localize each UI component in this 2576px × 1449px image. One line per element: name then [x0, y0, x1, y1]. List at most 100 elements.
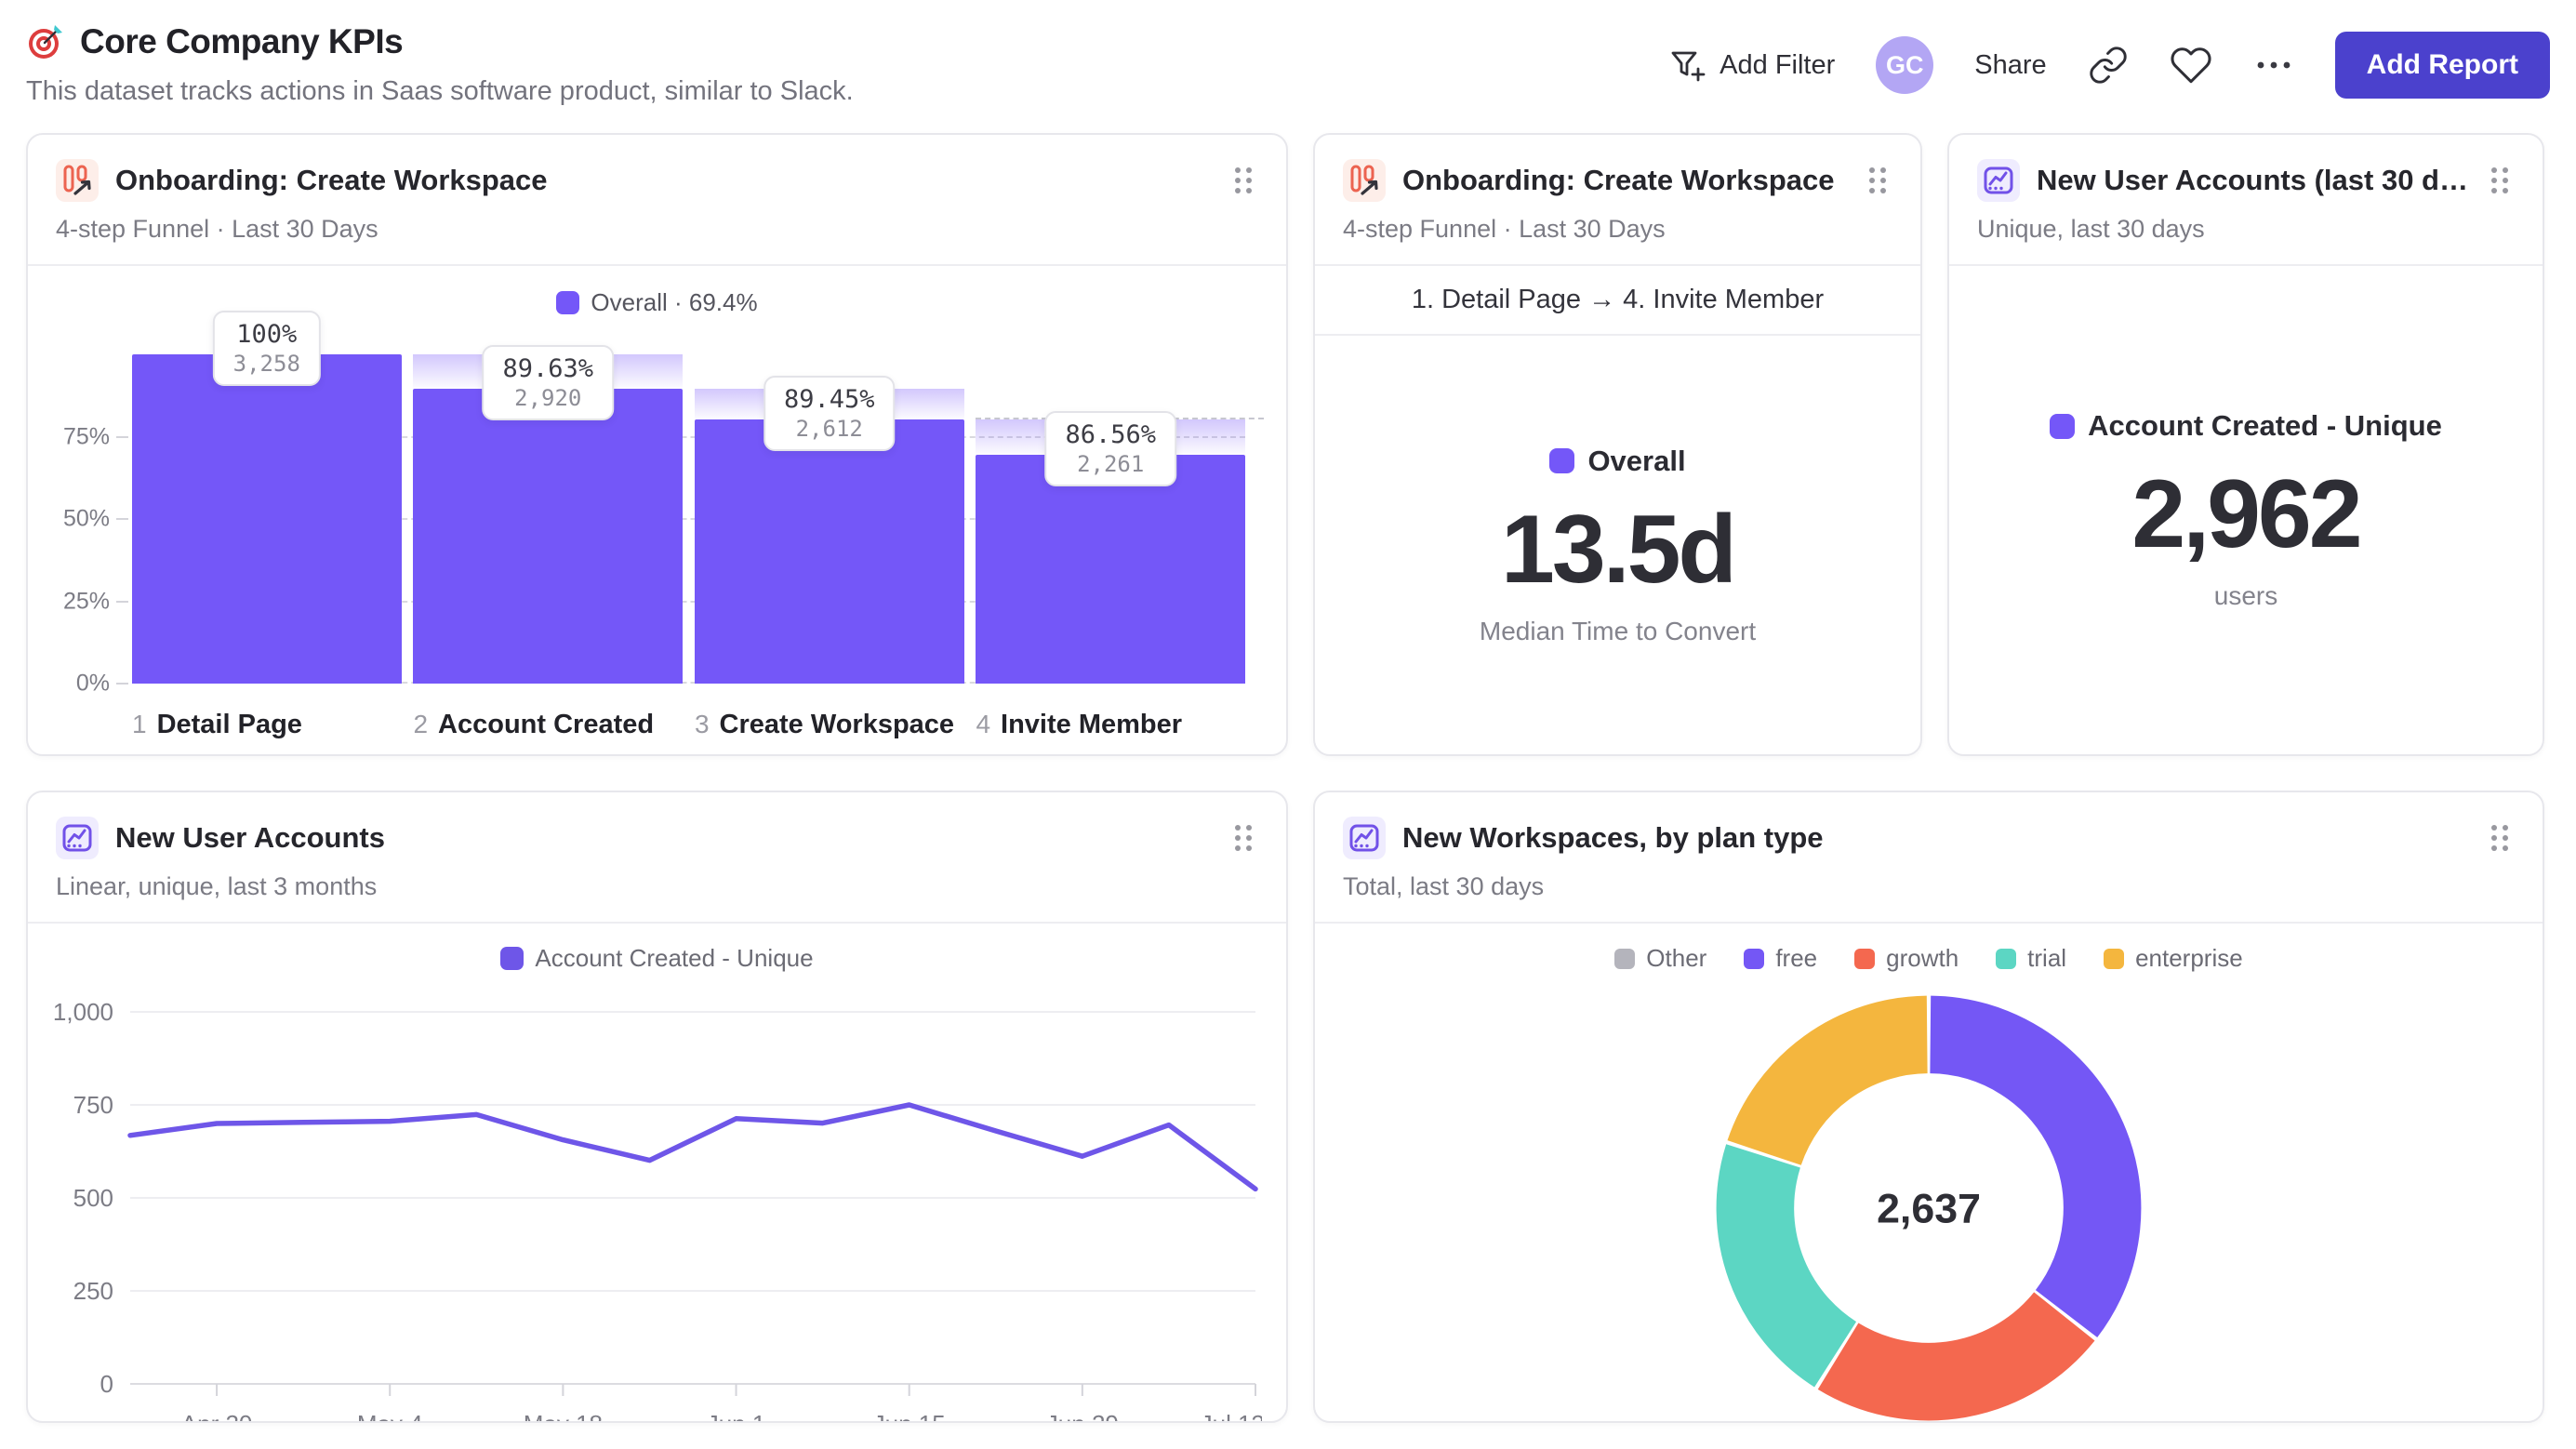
donut-slice-free[interactable] — [1929, 995, 2142, 1338]
share-button[interactable]: Share — [1974, 50, 2046, 81]
metric-value: 13.5d — [1501, 495, 1737, 604]
legend-label: Account Created - Unique — [2088, 409, 2442, 442]
legend-label: free — [1775, 944, 1818, 972]
legend-swatch — [1744, 948, 1765, 969]
funnel-count: 3,258 — [232, 351, 300, 377]
funnel-bar-tooltip: 89.63% 2,920 — [482, 344, 615, 420]
metric-caption: Median Time to Convert — [1479, 616, 1757, 645]
line-legend[interactable]: Account Created - Unique — [52, 944, 1262, 973]
legend-swatch — [2050, 413, 2076, 439]
card-workspaces-donut: New Workspaces, by plan type Total, last… — [1313, 791, 2544, 1423]
line-x-tick-label: May 4 — [357, 1410, 423, 1423]
more-options-icon[interactable] — [2253, 60, 2294, 71]
metric-caption: users — [2213, 581, 2278, 610]
funnel-conversion-pct: 89.45% — [783, 385, 875, 415]
metric-body: Account Created - Unique 2,962 users — [1949, 266, 2543, 754]
dashboard-page: Core Company KPIs This dataset tracks ac… — [0, 0, 2576, 1423]
card-title[interactable]: Onboarding: Create Workspace — [1402, 164, 1846, 197]
funnel-step-label[interactable]: 2 Account Created — [413, 710, 654, 740]
legend-swatch — [556, 291, 580, 314]
card-subtitle: Unique, last 30 days — [1977, 215, 2205, 243]
drag-handle-icon[interactable] — [2485, 161, 2515, 200]
legend-swatch — [1996, 948, 2017, 969]
legend-label: trial — [2027, 944, 2067, 972]
card-subtitle: Total, last 30 days — [1343, 872, 1545, 900]
funnel-y-tick — [116, 600, 128, 603]
drag-handle-icon[interactable] — [1863, 161, 1892, 200]
funnel-bar-tooltip: 86.56% 2,261 — [1044, 411, 1176, 487]
line-x-tick-label: Apr 20 — [181, 1410, 253, 1423]
donut-slice-trial[interactable] — [1716, 1144, 1857, 1388]
funnel-bar[interactable] — [413, 388, 684, 684]
funnel-conversion-pct: 89.63% — [502, 353, 594, 383]
funnel-plot: 75% 50% 25% 0% 100% 3,258 89.63% 2,920 89.4… — [63, 311, 1264, 697]
funnel-bar[interactable] — [132, 354, 402, 684]
card-title[interactable]: New User Accounts — [115, 821, 1212, 855]
donut-slice-enterprise[interactable] — [1727, 995, 1929, 1166]
card-title[interactable]: New Workspaces, by plan type — [1402, 821, 2468, 855]
funnel-y-tick — [116, 435, 128, 438]
line-y-tick-label: 750 — [73, 1091, 113, 1119]
copy-link-icon[interactable] — [2088, 45, 2129, 86]
filter-plus-icon — [1666, 45, 1706, 86]
card-title[interactable]: New User Accounts (last 30 days) — [2037, 164, 2468, 197]
line-y-tick-label: 1,000 — [53, 998, 113, 1026]
funnel-bar-tooltip: 89.45% 2,612 — [763, 376, 896, 452]
metric-legend[interactable]: Overall — [1549, 444, 1686, 478]
add-report-button[interactable]: Add Report — [2334, 32, 2550, 99]
legend-label: Overall · 69.4% — [591, 288, 758, 316]
donut-legend-item[interactable]: growth — [1854, 944, 1959, 973]
donut-center-label: 2,637 — [1877, 1187, 1981, 1232]
card-new-users-30d: New User Accounts (last 30 days) Unique,… — [1947, 133, 2544, 756]
funnel-y-tick — [116, 683, 128, 685]
funnel-bar[interactable] — [694, 419, 964, 684]
funnel-step-label[interactable]: 3 Create Workspace — [695, 710, 954, 740]
donut-legend-item[interactable]: enterprise — [2104, 944, 2243, 973]
card-subtitle: Linear, unique, last 3 months — [56, 872, 378, 900]
card-header: New Workspaces, by plan type Total, last… — [1315, 792, 2543, 924]
card-onboarding-funnel: Onboarding: Create Workspace 4-step Funn… — [26, 133, 1288, 756]
donut-legend-item[interactable]: Other — [1614, 944, 1706, 973]
metric-legend[interactable]: Account Created - Unique — [2050, 409, 2442, 443]
donut-slice-growth[interactable] — [1817, 1291, 2095, 1421]
dartboard-icon — [26, 22, 65, 61]
drag-handle-icon[interactable] — [2485, 818, 2515, 857]
metric-body: Overall 13.5d Median Time to Convert — [1315, 336, 1920, 754]
line-y-tick-label: 0 — [100, 1370, 113, 1398]
card-header: New User Accounts Linear, unique, last 3… — [28, 792, 1286, 924]
funnel-y-tick-label: 0% — [75, 670, 110, 697]
funnel-chart-icon — [1343, 159, 1386, 202]
funnel-step-range[interactable]: 1. Detail Page → 4. Invite Member — [1315, 266, 1920, 336]
funnel-count: 2,261 — [1077, 451, 1145, 478]
card-header: New User Accounts (last 30 days) Unique,… — [1949, 135, 2543, 266]
card-title[interactable]: Onboarding: Create Workspace — [115, 164, 1212, 197]
favorite-heart-icon[interactable] — [2170, 44, 2212, 86]
donut-legend-item[interactable]: free — [1744, 944, 1817, 973]
legend-label: Overall — [1587, 444, 1686, 477]
funnel-step-label[interactable]: 4 Invite Member — [976, 710, 1182, 740]
funnel-step-label[interactable]: 1 Detail Page — [132, 710, 302, 740]
user-avatar[interactable]: GC — [1876, 36, 1934, 94]
legend-swatch — [1854, 948, 1876, 969]
cards-grid: Onboarding: Create Workspace 4-step Funn… — [26, 133, 2550, 1423]
line-x-tick-label: Jun 1 — [707, 1410, 766, 1423]
funnel-conversion-pct: 86.56% — [1065, 420, 1156, 450]
metric-value: 2,962 — [2131, 460, 2362, 568]
add-filter-button[interactable]: Add Filter — [1666, 45, 1835, 86]
line-chart: Account Created - Unique 0 250 500 750 1,000… — [28, 924, 1286, 1423]
legend-label: Account Created - Unique — [535, 944, 814, 972]
card-subtitle: 4-step Funnel · Last 30 Days — [1343, 215, 1666, 243]
page-title: Core Company KPIs — [80, 22, 404, 60]
card-subtitle: 4-step Funnel · Last 30 Days — [56, 215, 378, 243]
drag-handle-icon[interactable] — [1228, 818, 1258, 857]
donut-legend-item[interactable]: trial — [1996, 944, 2066, 973]
legend-label: enterprise — [2135, 944, 2243, 972]
drag-handle-icon[interactable] — [1228, 161, 1258, 200]
funnel-bar[interactable] — [976, 455, 1245, 684]
line-plot: 0 250 500 750 1,000 Apr 20 May 4 May 18 Jun 1 Jun… — [52, 973, 1265, 1423]
donut-legend: Other free growth trial enterprise — [1614, 944, 2243, 973]
insights-chart-icon — [56, 817, 99, 859]
legend-swatch — [2104, 948, 2125, 969]
line-series[interactable] — [127, 1102, 1258, 1192]
line-x-tick-label: Jul 13 — [1201, 1410, 1262, 1423]
